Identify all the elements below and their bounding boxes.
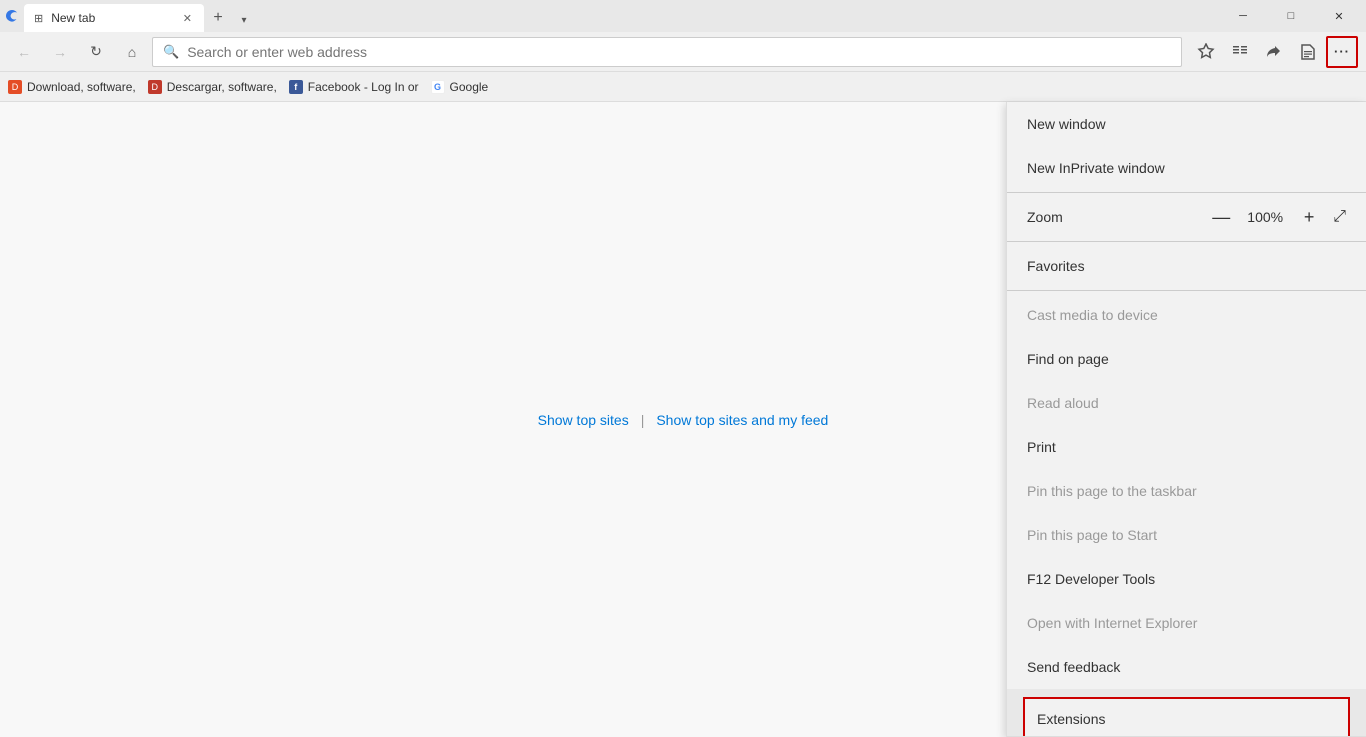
- menu-find-on-page[interactable]: Find on page: [1007, 337, 1366, 381]
- menu-pin-start: Pin this page to Start: [1007, 513, 1366, 557]
- zoom-controls: — 100% + ⤢: [1207, 203, 1346, 231]
- dropdown-menu: New window New InPrivate window Zoom — 1…: [1006, 102, 1366, 737]
- menu-new-inprivate[interactable]: New InPrivate window: [1007, 146, 1366, 190]
- star-icon: [1197, 43, 1215, 61]
- address-bar[interactable]: 🔍: [152, 37, 1182, 67]
- close-button[interactable]: ✕: [1316, 0, 1362, 32]
- reading-list-button[interactable]: [1292, 36, 1324, 68]
- menu-read-aloud: Read aloud: [1007, 381, 1366, 425]
- reading-view-icon: [1231, 43, 1249, 61]
- nav-bar: ← → ↻ ⌂ 🔍: [0, 32, 1366, 72]
- maximize-button[interactable]: □: [1268, 0, 1314, 32]
- fav-item-2[interactable]: f Facebook - Log In or: [289, 80, 419, 94]
- fav-favicon-1: D: [148, 80, 162, 94]
- show-top-sites-link[interactable]: Show top sites: [538, 412, 629, 428]
- share-button[interactable]: [1258, 36, 1290, 68]
- favorites-button[interactable]: [1190, 36, 1222, 68]
- menu-send-feedback[interactable]: Send feedback: [1007, 645, 1366, 689]
- menu-favorites[interactable]: Favorites: [1007, 244, 1366, 288]
- toolbar-icons: ···: [1190, 36, 1358, 68]
- back-button[interactable]: ←: [8, 36, 40, 68]
- favorites-bar: D Download, software, D Descargar, softw…: [0, 72, 1366, 102]
- fav-label-0: Download, software,: [27, 80, 136, 94]
- refresh-button[interactable]: ↻: [80, 36, 112, 68]
- zoom-value: 100%: [1245, 209, 1285, 225]
- tab-close-button[interactable]: ✕: [181, 10, 194, 27]
- active-tab[interactable]: ⊞ New tab ✕: [24, 4, 204, 32]
- show-sites-links: Show top sites | Show top sites and my f…: [538, 412, 829, 428]
- title-bar: ⊞ New tab ✕ + ▾ ─ □ ✕: [0, 0, 1366, 32]
- menu-print[interactable]: Print: [1007, 425, 1366, 469]
- show-top-sites-feed-link[interactable]: Show top sites and my feed: [656, 412, 828, 428]
- fav-label-1: Descargar, software,: [167, 80, 277, 94]
- search-icon: 🔍: [163, 44, 179, 60]
- menu-pin-taskbar: Pin this page to the taskbar: [1007, 469, 1366, 513]
- minimize-button[interactable]: ─: [1220, 0, 1266, 32]
- menu-open-ie: Open with Internet Explorer: [1007, 601, 1366, 645]
- fav-item-1[interactable]: D Descargar, software,: [148, 80, 277, 94]
- fav-favicon-2: f: [289, 80, 303, 94]
- tab-list-button[interactable]: ▾: [232, 8, 256, 32]
- reading-view-button[interactable]: [1224, 36, 1256, 68]
- fav-favicon-0: D: [8, 80, 22, 94]
- edge-icon: [4, 8, 20, 24]
- fav-label-2: Facebook - Log In or: [308, 80, 419, 94]
- tab-label: New tab: [51, 11, 95, 25]
- menu-separator-2: [1007, 241, 1366, 242]
- zoom-label: Zoom: [1027, 209, 1199, 225]
- fav-item-0[interactable]: D Download, software,: [8, 80, 136, 94]
- menu-separator-3: [1007, 290, 1366, 291]
- forward-button[interactable]: →: [44, 36, 76, 68]
- sites-separator: |: [641, 412, 645, 428]
- share-icon: [1265, 43, 1283, 61]
- menu-separator-1: [1007, 192, 1366, 193]
- more-button[interactable]: ···: [1326, 36, 1358, 68]
- tab-favicon: ⊞: [34, 12, 43, 25]
- title-bar-left: [4, 8, 20, 24]
- address-input[interactable]: [187, 44, 1171, 60]
- fav-favicon-3: G: [431, 80, 445, 94]
- menu-new-window[interactable]: New window: [1007, 102, 1366, 146]
- fav-item-3[interactable]: G Google: [431, 80, 489, 94]
- zoom-in-button[interactable]: +: [1295, 203, 1323, 231]
- home-button[interactable]: ⌂: [116, 36, 148, 68]
- menu-extensions[interactable]: Extensions: [1023, 697, 1350, 737]
- reading-list-icon: [1299, 43, 1317, 61]
- window-controls: ─ □ ✕: [1220, 0, 1362, 32]
- fav-label-3: Google: [450, 80, 489, 94]
- menu-zoom-row: Zoom — 100% + ⤢: [1007, 195, 1366, 239]
- zoom-expand-button[interactable]: ⤢: [1333, 208, 1346, 226]
- zoom-out-button[interactable]: —: [1207, 203, 1235, 231]
- menu-f12-dev-tools[interactable]: F12 Developer Tools: [1007, 557, 1366, 601]
- new-tab-button[interactable]: +: [204, 4, 232, 32]
- tab-bar: ⊞ New tab ✕ + ▾: [24, 0, 1216, 32]
- main-content: Show top sites | Show top sites and my f…: [0, 102, 1366, 737]
- menu-cast-media: Cast media to device: [1007, 293, 1366, 337]
